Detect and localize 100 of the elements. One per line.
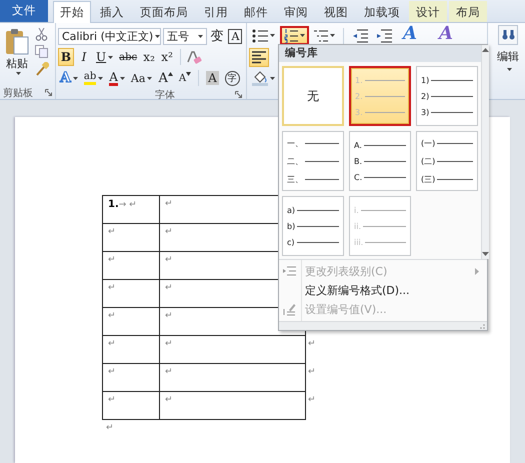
clipboard-icon (5, 28, 29, 55)
find-button[interactable]: 编辑 (488, 23, 525, 73)
set-value-icon (283, 303, 296, 316)
ribbon-tab[interactable]: 审阅 (277, 1, 315, 22)
superscript-button[interactable]: x² (159, 48, 176, 66)
submenu-arrow-icon (475, 268, 479, 275)
subscript-button[interactable]: x₂ (141, 48, 158, 66)
dialog-launcher-icon[interactable] (235, 91, 242, 98)
table-cell: ↵ (102, 336, 160, 364)
grow-font-button[interactable]: A (156, 69, 175, 87)
caret-icon (16, 72, 20, 75)
caret-icon (120, 76, 125, 80)
scrollbar[interactable] (481, 45, 489, 259)
list-marker: 一、 (287, 138, 303, 148)
list-marker: 2) (421, 92, 430, 100)
paint-bucket-icon (252, 70, 268, 86)
scroll-up-icon[interactable] (482, 48, 489, 52)
caret-down-icon (186, 72, 192, 76)
list-marker: b) (287, 222, 296, 230)
dialog-launcher-icon[interactable] (45, 89, 52, 96)
numbered-list-icon (284, 28, 298, 42)
paragraph-mark: ↵ (308, 338, 316, 348)
list-marker: B. (354, 156, 362, 166)
bullet-list-icon (252, 28, 268, 42)
enclose-character-button[interactable]: 字 (222, 69, 242, 87)
ribbon-tab[interactable]: 开始 (53, 1, 91, 23)
file-tab[interactable]: 文件 (0, 0, 48, 22)
increase-indent-icon (376, 28, 392, 42)
numbering-format-tile[interactable]: A. B. C. (349, 131, 411, 191)
list-marker: (一) (421, 138, 436, 148)
list-marker: A. (354, 140, 362, 150)
underline-button[interactable]: U (94, 48, 116, 66)
ribbon-tab[interactable]: 引用 (197, 1, 235, 22)
bold-button[interactable]: B (58, 48, 74, 66)
none-label: 无 (307, 88, 319, 104)
list-marker: 1. (355, 76, 363, 84)
table-cell: ↵ (102, 224, 160, 252)
shrink-font-button[interactable]: A (176, 69, 194, 87)
paste-button[interactable]: 粘贴 (2, 26, 32, 86)
quick-styles-button[interactable]: A (399, 25, 421, 43)
paragraph-mark: ↵ (308, 394, 316, 404)
table-cell: ↵ (102, 308, 160, 336)
caret-icon (198, 34, 203, 38)
font-size-field[interactable]: 五号 (163, 28, 207, 44)
list-marker: 二、 (287, 156, 303, 166)
list-marker: 1) (421, 76, 430, 84)
list-marker: a) (287, 206, 296, 214)
caret-icon (98, 76, 104, 80)
list-marker: c) (287, 238, 295, 246)
numbering-button[interactable] (280, 26, 309, 45)
gallery-heading: 编号库 (279, 45, 481, 62)
list-marker: iii. (354, 238, 364, 246)
change-styles-button[interactable]: A (434, 25, 457, 43)
ribbon-tab[interactable]: 设计 (409, 1, 447, 22)
character-border-button[interactable]: A (226, 27, 244, 45)
numbering-format-tile[interactable]: 无 (282, 66, 344, 126)
numbering-format-tile[interactable]: 1) 2) 3) (416, 66, 478, 126)
numbering-format-tile[interactable]: 一、 二、 三、 (282, 131, 344, 191)
italic-button[interactable]: I (76, 48, 92, 66)
character-shading-button[interactable]: A (204, 69, 221, 87)
caret-icon (506, 68, 512, 71)
ribbon-tab[interactable]: 加载项 (357, 1, 407, 22)
format-painter-icon[interactable] (35, 62, 49, 76)
list-marker: (三) (421, 174, 436, 184)
font-name-field[interactable]: Calibri (中文正文) (58, 28, 161, 44)
paragraph-mark: ↵ (106, 423, 114, 433)
table-cell: ↵ (102, 280, 160, 308)
table-cell: ↵ (102, 252, 160, 280)
numbering-format-tile[interactable]: a) b) c) (282, 196, 344, 256)
list-marker: i. (354, 206, 359, 214)
table-cell: ↵ (102, 364, 160, 392)
ribbon-tab[interactable]: 插入 (93, 1, 131, 22)
ribbon-tab[interactable]: 布局 (449, 1, 487, 22)
font-color-button[interactable]: A (107, 69, 127, 87)
list-marker: 3. (355, 108, 363, 116)
scroll-down-icon[interactable] (482, 252, 489, 256)
change-case-button[interactable]: Aa (128, 69, 154, 87)
shading-button[interactable] (249, 68, 278, 88)
strikethrough-button[interactable]: abc (117, 48, 140, 66)
group-label: 字体 (155, 88, 175, 99)
scissors-icon[interactable] (35, 28, 48, 41)
decrease-indent-icon (352, 28, 368, 42)
list-marker: 3) (421, 108, 430, 116)
numbering-format-tile[interactable]: (一) (二) (三) (416, 131, 478, 191)
phonetic-guide-button[interactable]: 变 (208, 27, 225, 45)
ribbon-tab[interactable]: 视图 (317, 1, 355, 22)
multilevel-list-icon (314, 28, 328, 42)
table-cell: 1.→ ↵ (102, 196, 160, 224)
list-marker: 2. (355, 92, 363, 100)
list-marker: (二) (421, 156, 436, 166)
align-left-button[interactable] (249, 48, 269, 66)
copy-icon[interactable] (35, 45, 48, 58)
resize-grip-icon[interactable] (479, 323, 485, 329)
highlight-button[interactable]: ab (82, 69, 106, 87)
ribbon-tab[interactable]: 页面布局 (133, 1, 195, 22)
list-marker: 三、 (287, 174, 303, 184)
ribbon-tab[interactable]: 邮件 (237, 1, 275, 22)
clear-formatting-icon[interactable] (186, 49, 202, 65)
caret-icon (300, 34, 305, 37)
align-left-icon (252, 50, 266, 64)
